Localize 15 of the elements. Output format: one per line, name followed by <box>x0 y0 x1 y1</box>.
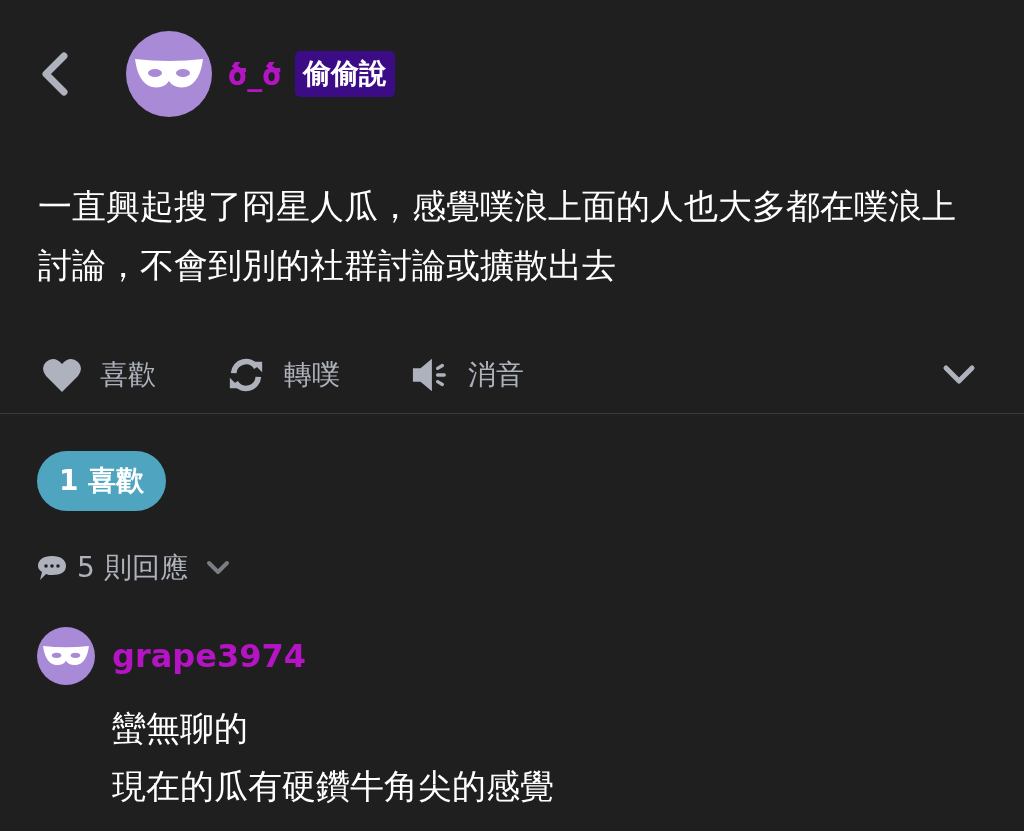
avatar-mask-icon <box>126 31 212 117</box>
back-icon[interactable] <box>40 52 70 96</box>
comment-text: 蠻無聊的 <box>112 707 249 750</box>
chevron-down-icon[interactable] <box>942 364 976 386</box>
anonymous-badge: 偷偷說 <box>295 51 396 97</box>
speech-bubble-icon <box>37 554 67 582</box>
comment-text: 現在的瓜有硬鑽牛角尖的感覺 <box>112 765 555 808</box>
post-text: 一直興起搜了冏星人瓜，感覺噗浪上面的人也大多都在噗浪上討論，不會到別的社群討論或擴散出去 <box>38 185 957 287</box>
replies-count[interactable]: 5 則回應 <box>77 549 188 587</box>
avatar-mask-icon <box>37 627 95 685</box>
action-button[interactable]: 喜歡 <box>42 356 156 394</box>
action-button[interactable]: 消音 <box>410 356 524 394</box>
heart-icon <box>42 356 82 394</box>
chevron-icon[interactable] <box>205 560 230 576</box>
action-button[interactable]: 轉噗 <box>226 356 340 394</box>
